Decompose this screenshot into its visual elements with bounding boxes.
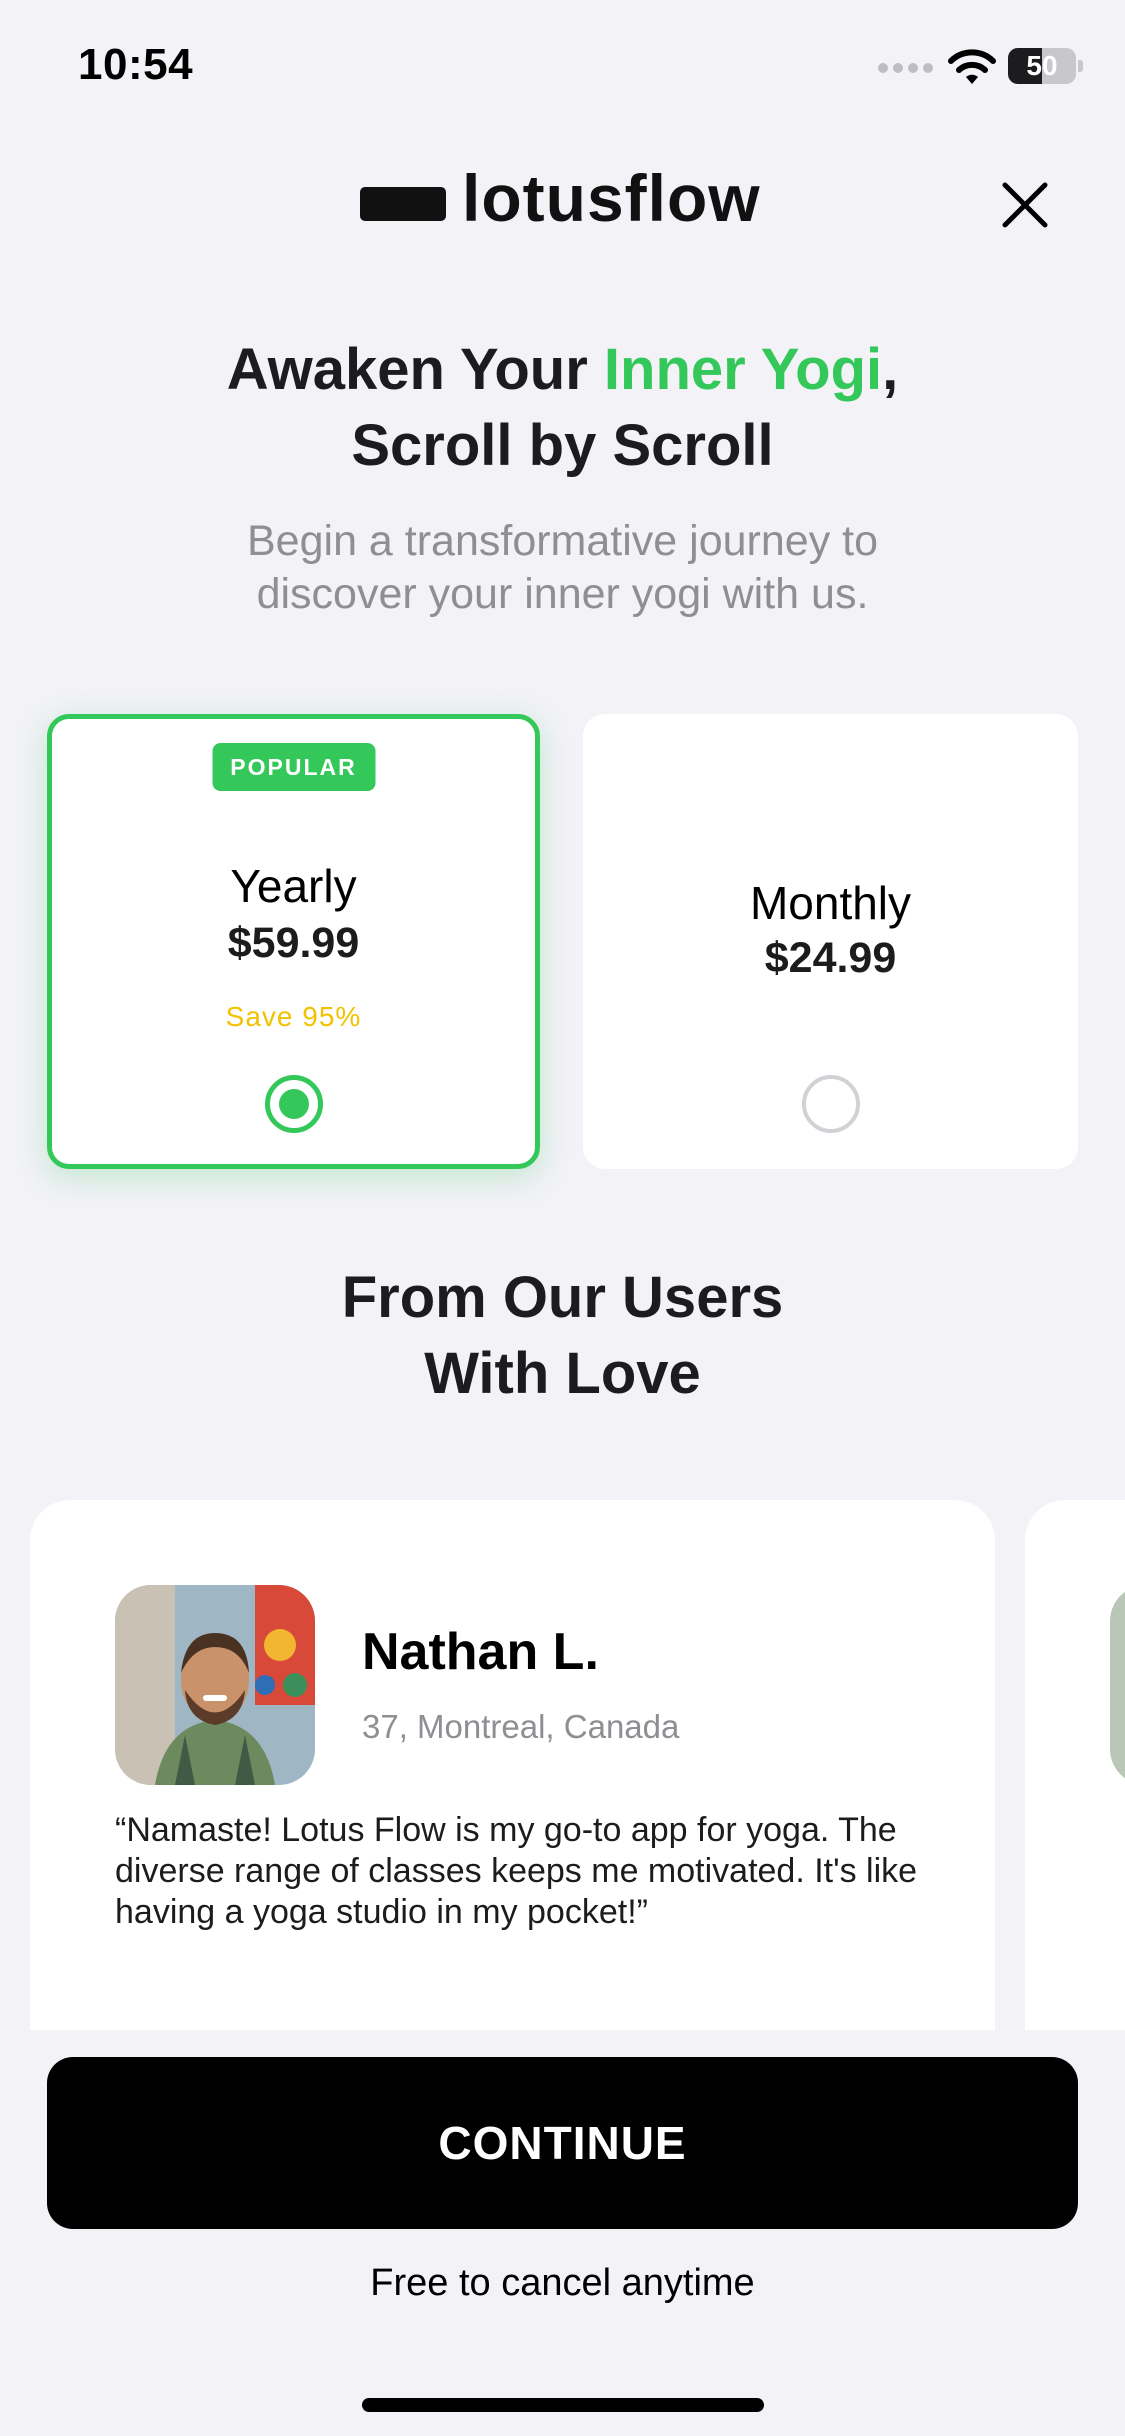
home-indicator bbox=[362, 2398, 764, 2412]
review-card[interactable]: Nathan L. 37, Montreal, Canada “Namaste!… bbox=[30, 1500, 995, 2030]
plan-price: $59.99 bbox=[227, 919, 360, 967]
subheadline-line1: Begin a transformative journey to bbox=[247, 517, 878, 565]
reviewer-meta: 37, Montreal, Canada bbox=[362, 1708, 680, 1745]
reviews-title-line1: From Our Users bbox=[341, 1265, 784, 1330]
page-subheadline: Begin a transformative journey to discov… bbox=[0, 515, 1125, 621]
close-icon bbox=[1002, 182, 1048, 228]
popular-badge: POPULAR bbox=[212, 743, 375, 791]
battery-cap bbox=[1078, 60, 1083, 72]
subheadline-line2: discover your inner yogi with us. bbox=[256, 570, 869, 618]
plan-price: $24.99 bbox=[764, 934, 897, 982]
plan-radio-unselected[interactable] bbox=[801, 1075, 860, 1133]
headline-part1: Awaken Your bbox=[226, 337, 604, 402]
wifi-icon bbox=[948, 49, 996, 84]
plan-name: Yearly bbox=[230, 860, 357, 912]
page-headline: Awaken Your Inner Yogi, Scroll by Scroll bbox=[0, 332, 1125, 484]
reviews-title-line2: With Love bbox=[424, 1341, 701, 1406]
plan-radio-selected[interactable] bbox=[264, 1075, 323, 1133]
reviewer-avatar-partial bbox=[1110, 1585, 1125, 1785]
plan-savings: Save 95% bbox=[225, 1001, 362, 1032]
plan-name: Monthly bbox=[749, 877, 912, 929]
brand-logo-mark bbox=[360, 187, 446, 221]
battery-icon: 50 bbox=[1008, 48, 1076, 84]
reviewer-avatar bbox=[115, 1585, 315, 1785]
headline-accent: Inner Yogi bbox=[603, 337, 883, 402]
plan-card-monthly[interactable]: Monthly $24.99 bbox=[583, 714, 1078, 1169]
review-text: “Namaste! Lotus Flow is my go-to app for… bbox=[115, 1811, 918, 1931]
plan-card-yearly[interactable]: POPULAR Yearly $59.99 Save 95% bbox=[47, 714, 540, 1169]
reviews-section-title: From Our Users With Love bbox=[0, 1260, 1125, 1412]
close-button[interactable] bbox=[990, 170, 1060, 240]
status-time: 10:54 bbox=[78, 40, 194, 89]
headline-line2: Scroll by Scroll bbox=[351, 413, 774, 478]
cancel-note: Free to cancel anytime bbox=[370, 2262, 755, 2304]
continue-button[interactable]: CONTINUE bbox=[47, 2057, 1078, 2229]
reviewer-name: Nathan L. bbox=[362, 1623, 599, 1681]
headline-part2: , bbox=[882, 337, 899, 402]
review-card-next[interactable] bbox=[1025, 1500, 1125, 2030]
cellular-signal-icon bbox=[878, 60, 934, 76]
battery-level-text: 50 bbox=[1026, 50, 1058, 81]
brand-name: lotusflow bbox=[462, 161, 761, 235]
